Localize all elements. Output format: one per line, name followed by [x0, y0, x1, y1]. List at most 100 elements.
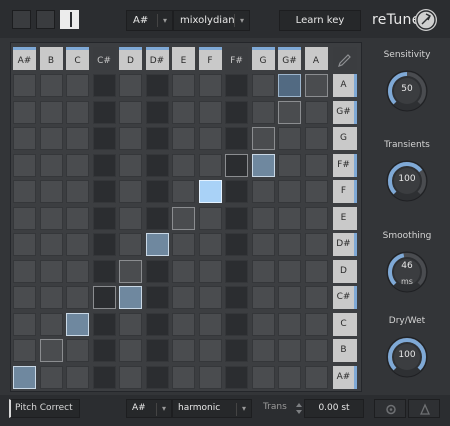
grid-cell[interactable] [13, 180, 36, 203]
grid-cell[interactable] [66, 365, 89, 389]
grid-cell[interactable] [278, 365, 301, 389]
grid-cell[interactable] [66, 180, 89, 203]
grid-cell[interactable] [198, 312, 222, 336]
grid-cell[interactable] [66, 127, 89, 150]
grid-cell[interactable] [145, 127, 169, 150]
grid-cell[interactable] [251, 206, 275, 230]
grid-cell[interactable] [13, 74, 36, 97]
grid-cell[interactable] [198, 339, 222, 362]
column-header[interactable]: G [251, 47, 275, 70]
grid-cell[interactable] [172, 100, 195, 124]
column-header[interactable]: E [172, 47, 195, 70]
grid-cell[interactable] [145, 259, 169, 283]
grid-cell[interactable] [119, 100, 142, 124]
grid-cell[interactable] [92, 286, 116, 309]
grid-cell[interactable] [39, 233, 63, 256]
grid-cell[interactable] [172, 312, 195, 336]
column-header[interactable]: G# [278, 47, 301, 70]
footer-key-select[interactable]: A# ▾ [126, 399, 172, 418]
grid-cell[interactable] [92, 153, 116, 177]
grid-cell[interactable] [251, 74, 275, 97]
grid-cell[interactable] [225, 259, 248, 283]
grid-cell[interactable] [66, 312, 89, 336]
column-header[interactable]: F# [225, 47, 248, 70]
row-header[interactable]: G# [333, 100, 357, 124]
grid-cell[interactable] [145, 74, 169, 97]
grid-cell[interactable] [13, 339, 36, 362]
grid-cell[interactable] [198, 180, 222, 203]
grid-cell[interactable] [119, 206, 142, 230]
grid-cell[interactable] [278, 312, 301, 336]
column-header[interactable]: A [304, 47, 328, 70]
grid-cell[interactable] [145, 365, 169, 389]
grid-cell[interactable] [92, 339, 116, 362]
grid-cell[interactable] [304, 312, 328, 336]
row-header[interactable]: A [333, 74, 357, 97]
grid-cell[interactable] [304, 286, 328, 309]
column-header[interactable]: A# [13, 47, 36, 70]
grid-cell[interactable] [278, 259, 301, 283]
grid-cell[interactable] [66, 339, 89, 362]
grid-cell[interactable] [251, 100, 275, 124]
grid-cell[interactable] [92, 233, 116, 256]
grid-cell[interactable] [198, 233, 222, 256]
grid-cell[interactable] [66, 153, 89, 177]
grid-cell[interactable] [66, 74, 89, 97]
view-medium-button[interactable] [36, 10, 55, 29]
grid-cell[interactable] [198, 259, 222, 283]
grid-cell[interactable] [39, 74, 63, 97]
grid-cell[interactable] [304, 206, 328, 230]
grid-cell[interactable] [119, 259, 142, 283]
column-header[interactable]: F [198, 47, 222, 70]
transpose-stepper[interactable] [296, 399, 302, 418]
grid-cell[interactable] [119, 153, 142, 177]
grid-cell[interactable] [13, 206, 36, 230]
grid-cell[interactable] [278, 153, 301, 177]
grid-cell[interactable] [119, 127, 142, 150]
grid-cell[interactable] [278, 180, 301, 203]
grid-cell[interactable] [225, 74, 248, 97]
scale-select[interactable]: mixolydian ▾ [173, 10, 250, 31]
grid-cell[interactable] [13, 153, 36, 177]
grid-cell[interactable] [304, 233, 328, 256]
row-header[interactable]: C [333, 312, 357, 336]
grid-cell[interactable] [39, 127, 63, 150]
transpose-value[interactable]: 0.00 st [304, 399, 364, 418]
grid-cell[interactable] [172, 365, 195, 389]
grid-cell[interactable] [225, 100, 248, 124]
grid-cell[interactable] [172, 153, 195, 177]
grid-cell[interactable] [119, 180, 142, 203]
settings-button[interactable] [374, 399, 406, 418]
grid-cell[interactable] [304, 180, 328, 203]
grid-cell[interactable] [92, 127, 116, 150]
grid-cell[interactable] [304, 127, 328, 150]
grid-cell[interactable] [198, 100, 222, 124]
grid-cell[interactable] [225, 339, 248, 362]
grid-cell[interactable] [225, 286, 248, 309]
row-header[interactable]: C# [333, 286, 357, 309]
grid-cell[interactable] [66, 233, 89, 256]
grid-cell[interactable] [225, 127, 248, 150]
grid-cell[interactable] [251, 286, 275, 309]
grid-cell[interactable] [66, 206, 89, 230]
grid-cell[interactable] [39, 286, 63, 309]
grid-cell[interactable] [278, 100, 301, 124]
grid-cell[interactable] [66, 286, 89, 309]
grid-cell[interactable] [172, 233, 195, 256]
grid-cell[interactable] [225, 233, 248, 256]
grid-cell[interactable] [172, 286, 195, 309]
row-header[interactable]: E [333, 206, 357, 230]
grid-cell[interactable] [145, 100, 169, 124]
column-header[interactable]: D [119, 47, 142, 70]
grid-cell[interactable] [251, 312, 275, 336]
grid-cell[interactable] [304, 153, 328, 177]
grid-cell[interactable] [278, 233, 301, 256]
grid-cell[interactable] [145, 339, 169, 362]
grid-cell[interactable] [172, 206, 195, 230]
grid-cell[interactable] [251, 180, 275, 203]
grid-cell[interactable] [13, 365, 36, 389]
grid-cell[interactable] [225, 180, 248, 203]
column-header[interactable]: C [66, 47, 89, 70]
grid-cell[interactable] [119, 339, 142, 362]
view-compact-button[interactable] [12, 10, 31, 29]
